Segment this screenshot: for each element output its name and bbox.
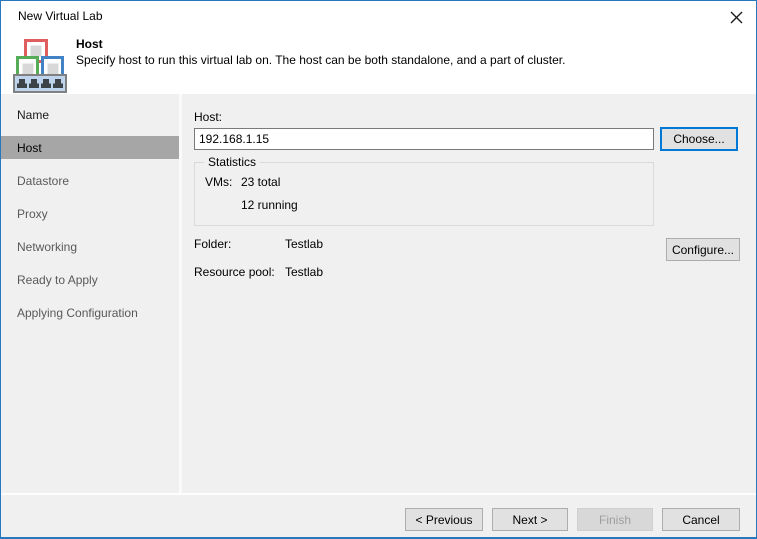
sidebar-item-networking[interactable]: Networking	[1, 235, 179, 258]
sidebar-item-label: Proxy	[17, 206, 48, 221]
configure-button-label: Configure...	[671, 242, 735, 257]
host-field-label: Host:	[194, 110, 223, 124]
sidebar-item-host[interactable]: Host	[1, 136, 179, 159]
cancel-button-label: Cancel	[682, 512, 720, 527]
sidebar-item-label: Datastore	[17, 173, 70, 188]
vms-running-value: 12 running	[241, 198, 298, 212]
cancel-button[interactable]: Cancel	[662, 508, 740, 531]
virtual-lab-icon	[13, 38, 71, 96]
next-button-label: Next >	[512, 512, 548, 527]
step-description: Specify host to run this virtual lab on.…	[76, 53, 566, 67]
finish-button-label: Finish	[598, 512, 631, 527]
wizard-footer: < Previous Next > Finish Cancel	[1, 493, 756, 537]
next-button[interactable]: Next >	[492, 508, 568, 531]
statistics-title: Statistics	[204, 155, 261, 169]
statistics-groupbox: Statistics VMs: 23 total 12 running	[194, 155, 654, 226]
previous-button[interactable]: < Previous	[405, 508, 483, 531]
finish-button: Finish	[577, 508, 653, 531]
titlebar: New Virtual Lab	[1, 1, 756, 31]
sidebar-item-datastore[interactable]: Datastore	[1, 169, 179, 192]
folder-label: Folder:	[194, 237, 232, 251]
new-virtual-lab-dialog: New Virtual Lab Host Specify host to run…	[0, 0, 757, 539]
host-input[interactable]	[194, 128, 654, 150]
sidebar-item-label: Networking	[17, 239, 78, 254]
close-icon	[730, 11, 742, 23]
sidebar-item-proxy[interactable]: Proxy	[1, 202, 179, 225]
resource-pool-label: Resource pool:	[194, 265, 275, 279]
sidebar-item-name[interactable]: Name	[1, 103, 179, 126]
vms-total-value: 23 total	[241, 175, 281, 189]
sidebar-item-label: Applying Configuration	[17, 305, 138, 320]
sidebar-item-applying-configuration[interactable]: Applying Configuration	[1, 301, 179, 324]
network-ports-icon	[13, 74, 67, 93]
previous-button-label: < Previous	[415, 512, 473, 527]
vms-label: VMs:	[205, 175, 233, 189]
configure-button[interactable]: Configure...	[666, 238, 740, 261]
wizard-header: Host Specify host to run this virtual la…	[1, 31, 756, 94]
choose-button-label: Choose...	[673, 132, 725, 146]
step-title: Host	[76, 37, 103, 51]
folder-value: Testlab	[285, 237, 324, 251]
wizard-steps-sidebar: Name Host Datastore Proxy Networking Rea…	[1, 94, 182, 493]
resource-pool-value: Testlab	[285, 265, 324, 279]
window-title: New Virtual Lab	[18, 9, 103, 23]
choose-button[interactable]: Choose...	[660, 127, 738, 151]
sidebar-item-label: Host	[17, 140, 42, 155]
sidebar-item-label: Name	[17, 107, 50, 122]
sidebar-item-label: Ready to Apply	[17, 272, 98, 287]
step-content: Host: Choose... Statistics VMs: 23 total…	[182, 94, 756, 493]
close-button[interactable]	[727, 8, 745, 26]
wizard-body: Name Host Datastore Proxy Networking Rea…	[1, 94, 756, 493]
sidebar-item-ready-to-apply[interactable]: Ready to Apply	[1, 268, 179, 291]
